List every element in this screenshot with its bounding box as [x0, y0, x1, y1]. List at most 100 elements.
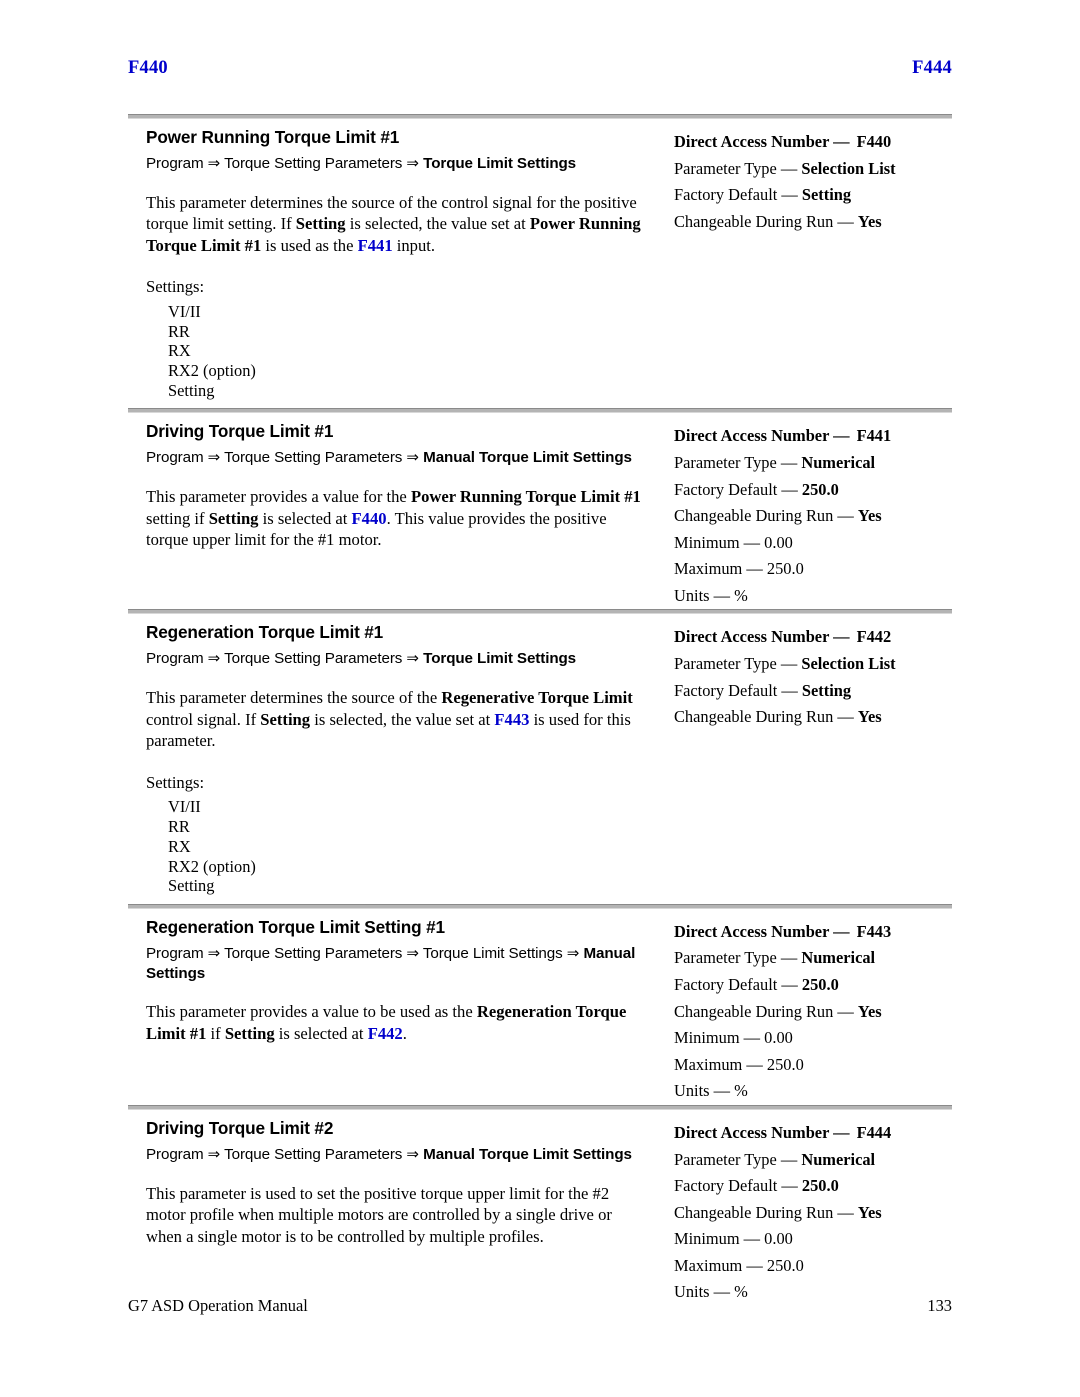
- spec-direct-access-number: Direct Access Number — F444: [674, 1122, 892, 1142]
- spec-factory-default: Factory Default — Setting: [674, 680, 852, 700]
- settings-option: Setting: [168, 876, 215, 896]
- section-title: Regeneration Torque Limit #1: [146, 622, 384, 643]
- breadcrumb-path: Program ⇒ Torque Setting Parameters ⇒: [146, 154, 424, 172]
- breadcrumb-path: Program ⇒ Torque Setting Parameters ⇒: [146, 650, 424, 668]
- document-page: F440 F444 Power Running Torque Limit #1 P…: [128, 0, 952, 1397]
- desc-text-1: This parameter determines the source of …: [146, 688, 442, 708]
- section-title: Driving Torque Limit #2: [146, 1117, 334, 1138]
- spec-factory-default-value: 250.0: [801, 479, 839, 499]
- settings-option: VI/II: [168, 797, 201, 817]
- desc-text-1: This parameter is used to set the positi…: [146, 1183, 612, 1246]
- section-main-column: Driving Torque Limit #1 Program ⇒ Torque …: [128, 413, 650, 558]
- parameter-cross-reference-link[interactable]: F440: [352, 509, 387, 528]
- spec-minimum-value: 0.00: [764, 532, 793, 552]
- parameter-spec-list: Direct Access Number — F443 Parameter Type…: [674, 919, 952, 1105]
- spec-factory-default-value: Setting: [801, 185, 852, 205]
- section-main-column: Regeneration Torque Limit #1 Program ⇒ To…: [128, 614, 650, 903]
- spec-parameter-type: Parameter Type — Selection List: [674, 654, 896, 674]
- desc-bold-2: Setting: [260, 709, 311, 729]
- desc-bold-1: Setting: [295, 214, 346, 234]
- section-description: This parameter provides a value to be us…: [146, 1001, 650, 1044]
- desc-text-4: input.: [392, 235, 436, 255]
- section-description: This parameter provides a value for the …: [146, 486, 650, 551]
- settings-label: Settings:: [146, 772, 205, 792]
- spec-parameter-type: Parameter Type — Numerical: [674, 948, 876, 968]
- parameter-sections: Power Running Torque Limit #1 Program ⇒ T…: [128, 114, 952, 1306]
- section-main-column: Power Running Torque Limit #1 Program ⇒ T…: [128, 119, 650, 408]
- breadcrumb-target: Manual Torque Limit Settings: [423, 1145, 632, 1163]
- section-title: Driving Torque Limit #1: [146, 421, 334, 442]
- spec-minimum: Minimum — 0.00: [674, 1229, 793, 1249]
- settings-option: RX: [168, 836, 191, 856]
- spec-maximum-value: 250.0: [766, 559, 804, 579]
- desc-bold-1: Power Running Torque Limit #1: [410, 487, 641, 507]
- spec-parameter-type-value: Numerical: [801, 948, 876, 968]
- spec-changeable-during-run: Changeable During Run — Yes: [674, 707, 882, 727]
- spec-minimum: Minimum — 0.00: [674, 1028, 793, 1048]
- spec-maximum: Maximum — 250.0: [674, 1054, 804, 1074]
- settings-option-list: VI/II RR RX RX2 (option) Setting: [146, 302, 650, 400]
- spec-changeable-during-run: Changeable During Run — Yes: [674, 506, 882, 526]
- breadcrumb-path: Program ⇒ Torque Setting Parameters ⇒ To…: [146, 944, 584, 962]
- spec-factory-default: Factory Default — Setting: [674, 185, 852, 205]
- spec-units: Units — %: [674, 1081, 748, 1101]
- section-title: Power Running Torque Limit #1: [146, 127, 400, 147]
- spec-maximum-value: 250.0: [766, 1054, 804, 1074]
- spec-minimum-value: 0.00: [764, 1028, 793, 1048]
- spec-changeable-during-run-value: Yes: [857, 211, 882, 231]
- spec-units-value: %: [734, 1081, 748, 1101]
- footer-page-number: 133: [927, 1296, 952, 1315]
- spec-maximum: Maximum — 250.0: [674, 559, 804, 579]
- spec-units-value: %: [734, 585, 748, 605]
- section-description: This parameter determines the source of …: [146, 192, 650, 257]
- spec-maximum-value: 250.0: [766, 1255, 804, 1275]
- parameter-spec-list: Direct Access Number — F441 Parameter Type…: [674, 423, 952, 609]
- spec-maximum: Maximum — 250.0: [674, 1255, 804, 1275]
- spec-factory-default: Factory Default — 250.0: [674, 975, 839, 995]
- section-spec-column: Direct Access Number — F441 Parameter Type…: [650, 413, 952, 609]
- section-spec-column: Direct Access Number — F440 Parameter Type…: [650, 119, 952, 235]
- section-breadcrumb: Program ⇒ Torque Setting Parameters ⇒ To…: [146, 944, 650, 984]
- spec-direct-access-number-value: F442: [856, 627, 892, 647]
- page-footer: G7 ASD Operation Manual 133: [128, 1296, 952, 1316]
- parameter-cross-reference-link[interactable]: F443: [494, 710, 529, 729]
- spec-changeable-during-run-value: Yes: [857, 1202, 882, 1222]
- settings-option: RR: [168, 817, 190, 837]
- desc-text-4: .: [402, 1023, 407, 1043]
- spec-direct-access-number: Direct Access Number — F440: [674, 132, 892, 151]
- parameter-section: Driving Torque Limit #1 Program ⇒ Torque …: [128, 413, 952, 609]
- section-description: This parameter is used to set the positi…: [146, 1183, 650, 1248]
- section-main-column: Driving Torque Limit #2 Program ⇒ Torque …: [128, 1110, 650, 1255]
- spec-changeable-during-run: Changeable During Run — Yes: [674, 211, 882, 231]
- settings-option: Setting: [168, 380, 215, 400]
- parameter-cross-reference-link[interactable]: F442: [368, 1024, 403, 1043]
- settings-option: VI/II: [168, 301, 201, 321]
- spec-direct-access-number-value: F440: [856, 132, 892, 151]
- section-description: This parameter determines the source of …: [146, 687, 650, 752]
- desc-text-3: is selected, the value set at: [310, 709, 495, 729]
- section-breadcrumb: Program ⇒ Torque Setting Parameters ⇒ Ma…: [146, 448, 650, 468]
- breadcrumb-target: Manual Torque Limit Settings: [423, 449, 632, 467]
- section-title: Regeneration Torque Limit Setting #1: [146, 916, 445, 937]
- desc-text-2: setting if: [146, 508, 209, 528]
- parameter-spec-list: Direct Access Number — F440 Parameter Type…: [674, 129, 952, 235]
- spec-minimum-value: 0.00: [764, 1229, 793, 1249]
- section-breadcrumb: Program ⇒ Torque Setting Parameters ⇒ To…: [146, 154, 650, 174]
- spec-direct-access-number-value: F444: [856, 1122, 892, 1142]
- settings-option: RX2 (option): [168, 856, 256, 876]
- spec-minimum: Minimum — 0.00: [674, 532, 793, 552]
- spec-parameter-type-value: Selection List: [801, 158, 896, 178]
- parameter-section: Regeneration Torque Limit #1 Program ⇒ To…: [128, 614, 952, 903]
- section-breadcrumb: Program ⇒ Torque Setting Parameters ⇒ Ma…: [146, 1145, 650, 1165]
- parameter-cross-reference-link[interactable]: F441: [358, 236, 393, 255]
- spec-changeable-during-run: Changeable During Run — Yes: [674, 1001, 882, 1021]
- spec-changeable-during-run-value: Yes: [857, 707, 882, 727]
- desc-text-3: is selected at: [258, 508, 352, 528]
- parameter-section: Driving Torque Limit #2 Program ⇒ Torque …: [128, 1110, 952, 1306]
- parameter-spec-list: Direct Access Number — F444 Parameter Type…: [674, 1120, 952, 1306]
- parameter-spec-list: Direct Access Number — F442 Parameter Type…: [674, 624, 952, 730]
- section-main-column: Regeneration Torque Limit Setting #1 Prog…: [128, 909, 650, 1053]
- settings-option: RX: [168, 341, 191, 361]
- spec-direct-access-number: Direct Access Number — F441: [674, 426, 892, 446]
- breadcrumb-path: Program ⇒ Torque Setting Parameters ⇒: [146, 1145, 424, 1163]
